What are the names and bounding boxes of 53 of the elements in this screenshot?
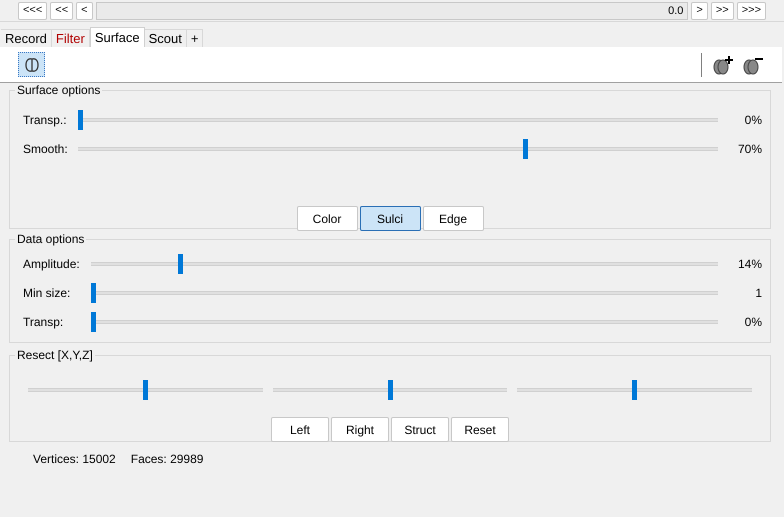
- slider-thumb[interactable]: [78, 110, 83, 130]
- slider-thumb[interactable]: [522, 138, 528, 158]
- step-forward-button[interactable]: >: [691, 2, 708, 20]
- slider-thumb[interactable]: [178, 254, 184, 274]
- tab[interactable]: +: [186, 29, 204, 47]
- slider-label: Min size:: [23, 284, 72, 302]
- panel-title: Data options: [15, 232, 86, 246]
- slider-thumb[interactable]: [388, 380, 392, 400]
- tab[interactable]: Filter: [52, 29, 90, 47]
- slider-value: 14%: [736, 256, 762, 272]
- slider-label: Transp.:: [23, 112, 68, 128]
- resect-button[interactable]: Left: [271, 417, 329, 442]
- brain-icon: [24, 56, 38, 72]
- time-field[interactable]: 0.0: [96, 2, 688, 20]
- step-back-button[interactable]: <<: [50, 2, 74, 20]
- resect-button[interactable]: Struct: [391, 417, 449, 442]
- slider-label: Transp:: [23, 314, 64, 330]
- slider-label: Amplitude:: [23, 256, 81, 272]
- resect-button[interactable]: Right: [331, 417, 389, 442]
- slider-track[interactable]: [91, 282, 718, 302]
- slider-track[interactable]: [517, 380, 752, 400]
- slider-thumb[interactable]: [142, 380, 148, 400]
- slider-track[interactable]: [28, 380, 263, 400]
- step-back-button[interactable]: <: [76, 2, 93, 20]
- step-forward-button[interactable]: >>>: [736, 2, 766, 20]
- slider-value: 0%: [744, 112, 762, 128]
- slider-value: 70%: [736, 140, 762, 158]
- slider-thumb[interactable]: [632, 380, 638, 400]
- slider-thumb[interactable]: [91, 282, 96, 302]
- resect-button[interactable]: Reset: [451, 417, 509, 442]
- step-forward-button[interactable]: >>: [710, 2, 734, 20]
- brain-add-icon[interactable]: [712, 54, 734, 74]
- slider-thumb[interactable]: [91, 312, 96, 332]
- slider-track[interactable]: [91, 254, 718, 274]
- slider-track[interactable]: [91, 312, 718, 332]
- slider-value: 0%: [744, 314, 762, 330]
- panel-title: Resect [X,Y,Z]: [15, 348, 95, 362]
- tab[interactable]: Surface: [90, 27, 145, 47]
- slider-track[interactable]: [78, 110, 718, 130]
- vertices-count: Vertices: 15002: [33, 451, 116, 468]
- display-mode-button[interactable]: Edge: [422, 206, 484, 231]
- display-mode-button[interactable]: Color: [296, 206, 358, 231]
- display-mode-button[interactable]: Sulci: [360, 206, 420, 231]
- slider-label: Smooth:: [23, 140, 69, 158]
- tab[interactable]: Scout: [144, 29, 187, 47]
- slider-track[interactable]: [78, 138, 718, 158]
- brain-toggle-button[interactable]: [18, 52, 45, 77]
- panel-title: Surface options: [15, 83, 102, 97]
- step-back-button[interactable]: <<<: [18, 2, 48, 20]
- slider-track[interactable]: [272, 380, 508, 400]
- tab[interactable]: Record: [1, 29, 52, 47]
- slider-value: 1: [754, 284, 762, 302]
- faces-count: Faces: 29989: [130, 451, 204, 468]
